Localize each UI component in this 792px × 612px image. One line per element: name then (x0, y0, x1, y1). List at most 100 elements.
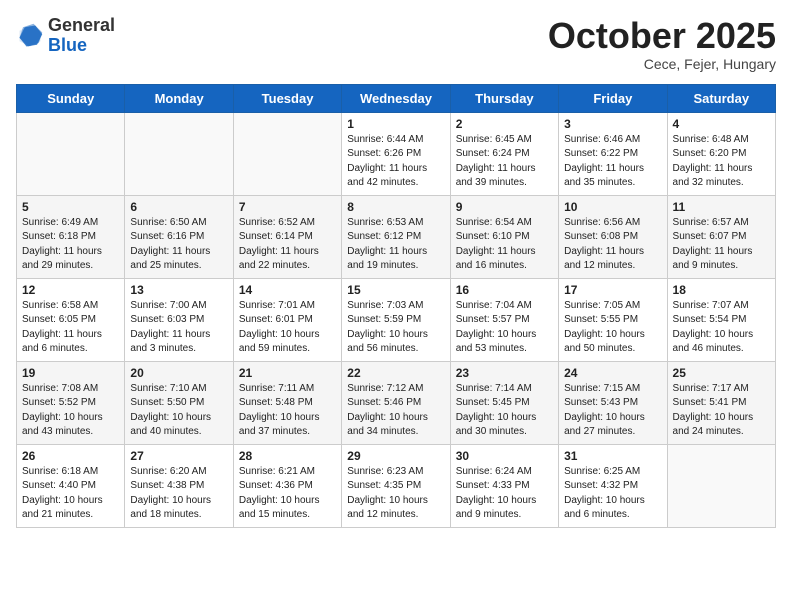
day-number: 23 (456, 366, 553, 380)
calendar-cell: 17 Sunrise: 7:05 AMSunset: 5:55 PMDayligh… (559, 278, 667, 361)
calendar-cell: 7Sunrise: 6:52 AMSunset: 6:14 PMDaylight… (233, 195, 341, 278)
calendar-cell (667, 444, 775, 527)
day-info: Sunrise: 7:07 AMSunset: 5:54 PMDaylight:… (673, 299, 770, 357)
day-number: 3 (564, 117, 661, 131)
day-info: Sunrise: 7:04 AMSunset: 5:57 PMDaylight:… (456, 299, 553, 357)
calendar-week-row: 1Sunrise: 6:44 AMSunset: 6:26 PMDaylight… (17, 112, 776, 195)
col-header-monday: Monday (125, 84, 233, 112)
day-info: Sunrise: 7:14 AMSunset: 5:45 PMDaylight:… (456, 382, 553, 440)
col-header-thursday: Thursday (450, 84, 558, 112)
day-number: 12 (22, 283, 119, 297)
calendar-week-row: 5 Sunrise: 6:49 AMSunset: 6:18 PMDaylight… (17, 195, 776, 278)
col-header-friday: Friday (559, 84, 667, 112)
day-number: 16 (456, 283, 553, 297)
calendar-cell: 26 Sunrise: 6:18 AMSunset: 4:40 PMDayligh… (17, 444, 125, 527)
day-number: 21 (239, 366, 336, 380)
calendar-table: SundayMondayTuesdayWednesdayThursdayFrid… (16, 84, 776, 528)
logo-icon (16, 22, 44, 50)
day-info: Sunrise: 7:10 AMSunset: 5:50 PMDaylight:… (130, 382, 227, 440)
day-info: Sunrise: 6:23 AMSunset: 4:35 PMDaylight:… (347, 465, 444, 523)
calendar-cell: 18 Sunrise: 7:07 AMSunset: 5:54 PMDayligh… (667, 278, 775, 361)
calendar-cell: 30Sunrise: 6:24 AMSunset: 4:33 PMDayligh… (450, 444, 558, 527)
day-number: 29 (347, 449, 444, 463)
calendar-cell: 4 Sunrise: 6:48 AMSunset: 6:20 PMDaylight… (667, 112, 775, 195)
day-info: Sunrise: 6:48 AMSunset: 6:20 PMDaylight:… (673, 133, 770, 191)
day-number: 8 (347, 200, 444, 214)
day-number: 19 (22, 366, 119, 380)
day-info: Sunrise: 6:46 AMSunset: 6:22 PMDaylight:… (564, 133, 661, 191)
day-number: 7 (239, 200, 336, 214)
col-header-sunday: Sunday (17, 84, 125, 112)
month-title: October 2025 (548, 16, 776, 56)
day-number: 5 (22, 200, 119, 214)
day-number: 28 (239, 449, 336, 463)
calendar-cell: 6 Sunrise: 6:50 AMSunset: 6:16 PMDaylight… (125, 195, 233, 278)
day-info: Sunrise: 7:01 AMSunset: 6:01 PMDaylight:… (239, 299, 336, 357)
calendar-cell: 14 Sunrise: 7:01 AMSunset: 6:01 PMDayligh… (233, 278, 341, 361)
logo-blue: Blue (48, 36, 115, 56)
day-number: 24 (564, 366, 661, 380)
title-block: October 2025 Cece, Fejer, Hungary (548, 16, 776, 72)
calendar-cell: 25Sunrise: 7:17 AMSunset: 5:41 PMDayligh… (667, 361, 775, 444)
day-number: 1 (347, 117, 444, 131)
day-info: Sunrise: 6:24 AMSunset: 4:33 PMDaylight:… (456, 465, 553, 523)
col-header-tuesday: Tuesday (233, 84, 341, 112)
calendar-cell: 24 Sunrise: 7:15 AMSunset: 5:43 PMDayligh… (559, 361, 667, 444)
day-info: Sunrise: 6:53 AMSunset: 6:12 PMDaylight:… (347, 216, 444, 274)
day-number: 6 (130, 200, 227, 214)
day-number: 15 (347, 283, 444, 297)
day-info: Sunrise: 6:56 AMSunset: 6:08 PMDaylight:… (564, 216, 661, 274)
day-info: Sunrise: 6:18 AMSunset: 4:40 PMDaylight:… (22, 465, 119, 523)
page-header: General Blue October 2025 Cece, Fejer, H… (16, 16, 776, 72)
day-number: 26 (22, 449, 119, 463)
day-number: 20 (130, 366, 227, 380)
day-info: Sunrise: 6:25 AMSunset: 4:32 PMDaylight:… (564, 465, 661, 523)
day-number: 11 (673, 200, 770, 214)
day-number: 13 (130, 283, 227, 297)
day-info: Sunrise: 7:12 AMSunset: 5:46 PMDaylight:… (347, 382, 444, 440)
day-info: Sunrise: 7:08 AMSunset: 5:52 PMDaylight:… (22, 382, 119, 440)
calendar-week-row: 19 Sunrise: 7:08 AMSunset: 5:52 PMDayligh… (17, 361, 776, 444)
calendar-cell: 31Sunrise: 6:25 AMSunset: 4:32 PMDayligh… (559, 444, 667, 527)
calendar-cell: 16 Sunrise: 7:04 AMSunset: 5:57 PMDayligh… (450, 278, 558, 361)
calendar-cell: 15Sunrise: 7:03 AMSunset: 5:59 PMDayligh… (342, 278, 450, 361)
day-info: Sunrise: 6:58 AMSunset: 6:05 PMDaylight:… (22, 299, 119, 357)
calendar-cell: 1Sunrise: 6:44 AMSunset: 6:26 PMDaylight… (342, 112, 450, 195)
calendar-cell: 5 Sunrise: 6:49 AMSunset: 6:18 PMDaylight… (17, 195, 125, 278)
calendar-cell: 20 Sunrise: 7:10 AMSunset: 5:50 PMDayligh… (125, 361, 233, 444)
day-number: 10 (564, 200, 661, 214)
calendar-cell (125, 112, 233, 195)
calendar-cell: 23 Sunrise: 7:14 AMSunset: 5:45 PMDayligh… (450, 361, 558, 444)
calendar-cell: 27Sunrise: 6:20 AMSunset: 4:38 PMDayligh… (125, 444, 233, 527)
day-info: Sunrise: 6:45 AMSunset: 6:24 PMDaylight:… (456, 133, 553, 191)
calendar-cell: 3 Sunrise: 6:46 AMSunset: 6:22 PMDaylight… (559, 112, 667, 195)
day-info: Sunrise: 7:15 AMSunset: 5:43 PMDaylight:… (564, 382, 661, 440)
day-info: Sunrise: 6:50 AMSunset: 6:16 PMDaylight:… (130, 216, 227, 274)
calendar-week-row: 26 Sunrise: 6:18 AMSunset: 4:40 PMDayligh… (17, 444, 776, 527)
calendar-cell (233, 112, 341, 195)
day-info: Sunrise: 6:57 AMSunset: 6:07 PMDaylight:… (673, 216, 770, 274)
calendar-cell: 22 Sunrise: 7:12 AMSunset: 5:46 PMDayligh… (342, 361, 450, 444)
day-number: 17 (564, 283, 661, 297)
day-info: Sunrise: 7:17 AMSunset: 5:41 PMDaylight:… (673, 382, 770, 440)
calendar-cell: 8 Sunrise: 6:53 AMSunset: 6:12 PMDaylight… (342, 195, 450, 278)
day-info: Sunrise: 7:05 AMSunset: 5:55 PMDaylight:… (564, 299, 661, 357)
day-number: 4 (673, 117, 770, 131)
col-header-wednesday: Wednesday (342, 84, 450, 112)
day-number: 18 (673, 283, 770, 297)
day-number: 14 (239, 283, 336, 297)
day-number: 22 (347, 366, 444, 380)
calendar-cell: 13 Sunrise: 7:00 AMSunset: 6:03 PMDayligh… (125, 278, 233, 361)
day-info: Sunrise: 7:00 AMSunset: 6:03 PMDaylight:… (130, 299, 227, 357)
day-info: Sunrise: 6:21 AMSunset: 4:36 PMDaylight:… (239, 465, 336, 523)
col-header-saturday: Saturday (667, 84, 775, 112)
day-info: Sunrise: 7:11 AMSunset: 5:48 PMDaylight:… (239, 382, 336, 440)
calendar-cell: 29 Sunrise: 6:23 AMSunset: 4:35 PMDayligh… (342, 444, 450, 527)
day-number: 27 (130, 449, 227, 463)
calendar-cell: 2Sunrise: 6:45 AMSunset: 6:24 PMDaylight… (450, 112, 558, 195)
day-info: Sunrise: 6:49 AMSunset: 6:18 PMDaylight:… (22, 216, 119, 274)
calendar-cell: 9Sunrise: 6:54 AMSunset: 6:10 PMDaylight… (450, 195, 558, 278)
day-info: Sunrise: 6:54 AMSunset: 6:10 PMDaylight:… (456, 216, 553, 274)
location-subtitle: Cece, Fejer, Hungary (548, 56, 776, 72)
logo-general: General (48, 16, 115, 36)
